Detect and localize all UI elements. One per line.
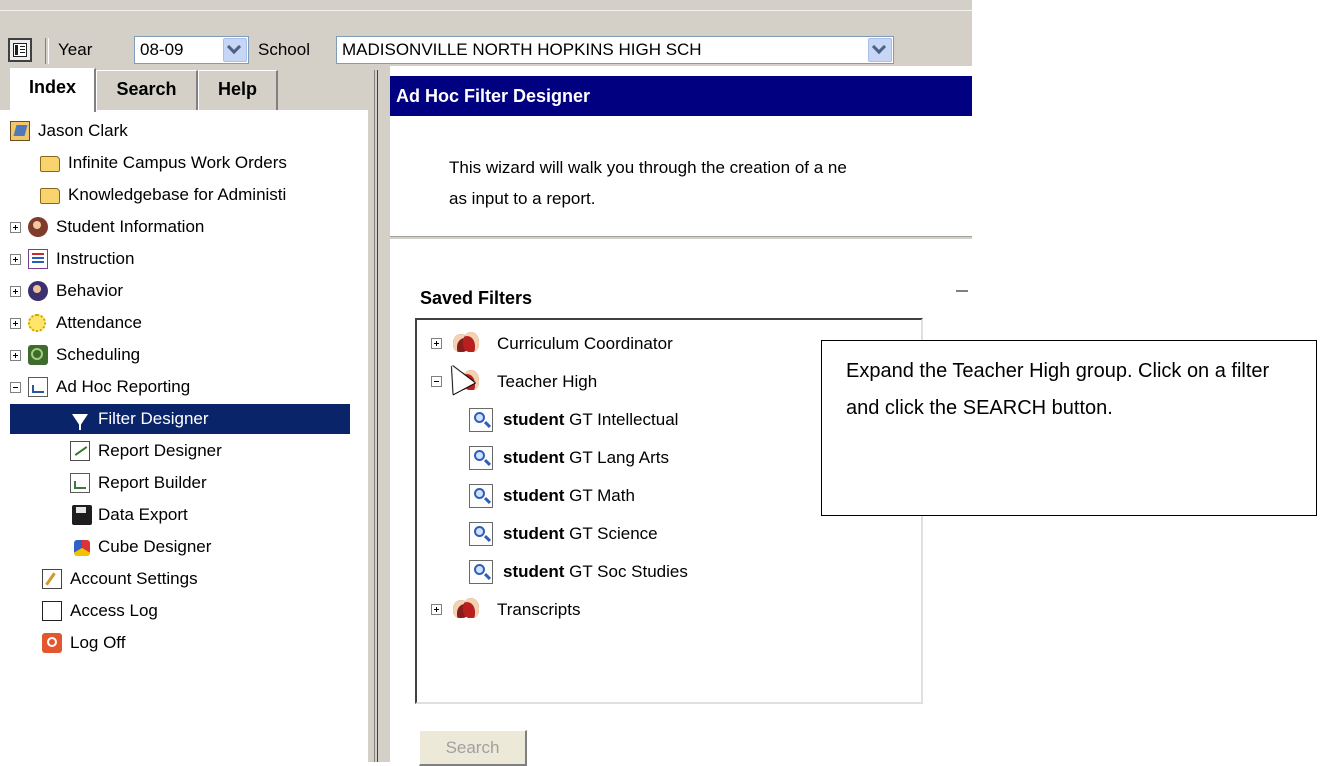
scheduling-icon bbox=[28, 345, 48, 365]
report-builder-icon bbox=[70, 473, 90, 493]
saved-filters-label: Saved Filters bbox=[420, 288, 533, 308]
collapse-minus-icon[interactable] bbox=[10, 382, 21, 393]
funnel-icon bbox=[72, 414, 88, 430]
filter-group-transcripts[interactable]: Transcripts bbox=[431, 592, 911, 628]
section-divider bbox=[390, 236, 972, 239]
expand-plus-icon[interactable] bbox=[10, 318, 21, 329]
navigation-panel: Index Search Help Jason Clark Infinite C… bbox=[0, 66, 368, 762]
toolbar-separator bbox=[45, 38, 49, 64]
search-button[interactable]: Search bbox=[419, 730, 527, 766]
wizard-intro-line-2: as input to a report. bbox=[449, 189, 596, 208]
school-select[interactable]: MADISONVILLE NORTH HOPKINS HIGH SCH bbox=[336, 36, 894, 64]
folder-icon bbox=[40, 188, 60, 204]
tab-help[interactable]: Help bbox=[198, 70, 278, 110]
tree-item-cube-designer[interactable]: Cube Designer bbox=[10, 532, 350, 562]
filter-search-icon bbox=[469, 484, 493, 508]
document-icon bbox=[42, 601, 62, 621]
tree-item-log-off[interactable]: Log Off bbox=[10, 628, 350, 658]
tab-search[interactable]: Search bbox=[96, 70, 198, 110]
filter-search-icon bbox=[469, 560, 493, 584]
year-select[interactable]: 08-09 bbox=[134, 36, 249, 64]
school-select-value: MADISONVILLE NORTH HOPKINS HIGH SCH bbox=[342, 40, 702, 59]
account-settings-icon bbox=[42, 569, 62, 589]
chevron-down-icon[interactable] bbox=[223, 38, 247, 62]
floppy-disk-icon bbox=[72, 505, 92, 525]
tree-root-user[interactable]: Jason Clark bbox=[10, 116, 340, 146]
panel-toggle-icon bbox=[13, 43, 27, 57]
tab-index[interactable]: Index bbox=[10, 68, 96, 112]
expand-plus-icon[interactable] bbox=[10, 286, 21, 297]
student-icon bbox=[28, 217, 48, 237]
expand-plus-icon[interactable] bbox=[431, 338, 442, 349]
user-folder-icon bbox=[10, 121, 30, 141]
expand-plus-icon[interactable] bbox=[10, 350, 21, 361]
expand-plus-icon[interactable] bbox=[10, 254, 21, 265]
tree-item-student-information[interactable]: Student Information bbox=[10, 212, 350, 242]
tree-item-scheduling[interactable]: Scheduling bbox=[10, 340, 350, 370]
ad-hoc-reporting-icon bbox=[28, 377, 48, 397]
chevron-down-icon[interactable] bbox=[868, 38, 892, 62]
filter-search-icon bbox=[469, 408, 493, 432]
power-icon bbox=[42, 633, 62, 653]
instruction-icon bbox=[28, 249, 48, 269]
wizard-intro-line-1: This wizard will walk you through the cr… bbox=[449, 158, 847, 177]
filter-item[interactable]: student GT Science bbox=[431, 516, 911, 552]
tree-item-behavior[interactable]: Behavior bbox=[10, 276, 350, 306]
tree-item-access-log[interactable]: Access Log bbox=[10, 596, 350, 626]
user-group-icon bbox=[453, 332, 479, 356]
tree-item-knowledgebase[interactable]: Knowledgebase for Administi bbox=[30, 180, 368, 210]
user-group-icon bbox=[453, 598, 479, 622]
school-label: School bbox=[258, 40, 310, 59]
filter-search-icon bbox=[469, 522, 493, 546]
year-select-value: 08-09 bbox=[140, 40, 184, 59]
wizard-intro-text: This wizard will walk you through the cr… bbox=[449, 152, 969, 214]
tree-item-work-orders[interactable]: Infinite Campus Work Orders bbox=[30, 148, 368, 178]
tree-item-filter-designer[interactable]: Filter Designer bbox=[10, 404, 350, 434]
collapse-minus-icon[interactable] bbox=[431, 376, 442, 387]
folder-icon bbox=[40, 156, 60, 172]
behavior-icon bbox=[28, 281, 48, 301]
filter-item[interactable]: student GT Soc Studies bbox=[431, 554, 911, 590]
expand-plus-icon[interactable] bbox=[431, 604, 442, 615]
filter-search-icon bbox=[469, 446, 493, 470]
tree-item-report-designer[interactable]: Report Designer bbox=[10, 436, 350, 466]
tree-item-attendance[interactable]: Attendance bbox=[10, 308, 350, 338]
cube-icon bbox=[74, 540, 90, 556]
year-label: Year bbox=[58, 40, 93, 59]
attendance-sun-icon bbox=[28, 314, 46, 332]
page-title: Ad Hoc Filter Designer bbox=[390, 76, 972, 116]
panel-splitter[interactable] bbox=[368, 66, 388, 762]
tree-item-report-builder[interactable]: Report Builder bbox=[10, 468, 350, 498]
tree-item-ad-hoc-reporting[interactable]: Ad Hoc Reporting bbox=[10, 372, 350, 402]
tree-item-account-settings[interactable]: Account Settings bbox=[10, 564, 350, 594]
tree-item-instruction[interactable]: Instruction bbox=[10, 244, 350, 274]
report-designer-icon bbox=[70, 441, 90, 461]
expand-plus-icon[interactable] bbox=[10, 222, 21, 233]
instruction-callout: Expand the Teacher High group. Click on … bbox=[821, 340, 1317, 516]
toggle-navigation-button[interactable] bbox=[8, 38, 32, 62]
top-toolbar: Year 08-09 School MADISONVILLE NORTH HOP… bbox=[0, 10, 972, 66]
truncated-panel-edge bbox=[956, 290, 968, 314]
navigation-tabs: Index Search Help bbox=[0, 66, 368, 112]
tree-item-data-export[interactable]: Data Export bbox=[10, 500, 350, 530]
